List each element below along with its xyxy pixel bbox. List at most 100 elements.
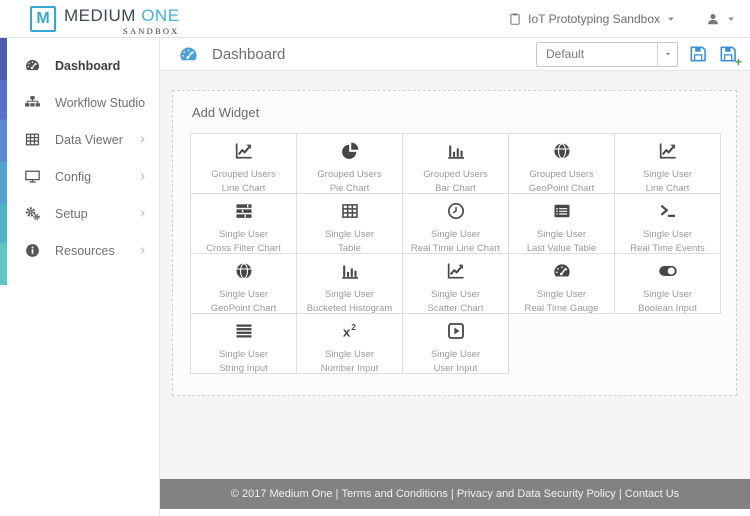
brand-logo-mark: M — [30, 5, 56, 32]
chevron-right-icon — [138, 135, 147, 144]
sidebar: Dashboard Workflow Studio Data Viewer Confi… — [0, 38, 160, 516]
widget-label-line1: Single User — [324, 289, 375, 300]
bar-chart-icon — [340, 261, 360, 281]
widget-single-user-scatter-chart[interactable]: Single User Scatter Chart — [402, 253, 509, 314]
widget-label-line2: Number Input — [320, 363, 379, 375]
chevron-right-icon — [138, 172, 147, 181]
caret-down-icon — [726, 14, 736, 24]
sidebar-nav-list: Dashboard Workflow Studio Data Viewer Confi… — [0, 38, 159, 269]
widget-single-user-real-time-events-stream[interactable]: Single UserReal Time Events Stream — [614, 193, 721, 269]
sidebar-item-resources[interactable]: Resources — [0, 232, 159, 269]
app-window: M MEDIUM ONE SANDBOX IoT Prototyping San… — [0, 0, 750, 516]
widget-single-user-user-input[interactable]: Single User User Input — [402, 313, 509, 374]
widget-label-line1: Single User — [430, 289, 481, 300]
main-header: Dashboard Default + — [160, 38, 750, 71]
widget-label-line2: User Input — [433, 363, 478, 375]
workspace-menu-label: IoT Prototyping Sandbox — [528, 11, 660, 26]
brand-wordmark: MEDIUM ONE SANDBOX — [64, 6, 180, 36]
brand-subtitle: SANDBOX — [123, 25, 180, 36]
widget-single-user-string-input[interactable]: Single User String Input — [190, 313, 297, 374]
footer-copyright: © 2017 Medium One — [230, 488, 333, 500]
widget-single-user-real-time-gauge[interactable]: Single User Real Time Gauge — [508, 253, 615, 314]
align-justify-icon — [234, 321, 254, 341]
bar-chart-icon — [446, 141, 466, 161]
line-chart-icon — [446, 261, 466, 281]
gauge-icon — [178, 44, 199, 65]
widget-single-user-geopoint-chart[interactable]: Single User GeoPoint Chart — [190, 253, 297, 314]
globe-icon — [552, 141, 572, 161]
gears-icon — [24, 205, 41, 222]
widget-grouped-users-line-chart[interactable]: Grouped Users Line Chart — [190, 133, 297, 194]
widget-label-line1: Single User — [430, 349, 481, 360]
caret-down-icon — [666, 14, 676, 24]
widget-single-user-line-chart[interactable]: Single User Line Chart — [614, 133, 721, 194]
widget-label-line1: Single User — [324, 349, 375, 360]
brand-logo: M MEDIUM ONE SANDBOX — [30, 5, 180, 36]
widget-grouped-users-bar-chart[interactable]: Grouped Users Bar Chart — [402, 133, 509, 194]
sidebar-item-workflow-studio[interactable]: Workflow Studio — [0, 84, 159, 121]
footer-separator: | — [332, 488, 342, 500]
widget-grouped-users-geopoint-chart[interactable]: Grouped Users GeoPoint Chart — [508, 133, 615, 194]
top-bar-right: IoT Prototyping Sandbox — [508, 12, 736, 26]
widget-label-line2: Real Time Gauge — [524, 303, 599, 315]
widget-label-line1: Grouped Users — [423, 169, 488, 180]
sidebar-item-label: Workflow Studio — [55, 95, 146, 110]
clipboard-icon — [508, 12, 522, 26]
widget-label-line1: Single User — [218, 289, 269, 300]
sidebar-accent-strip — [0, 38, 7, 285]
widget-single-user-cross-filter-chart[interactable]: Single User Cross Filter Chart — [190, 193, 297, 254]
widget-single-user-table[interactable]: Single User Table — [296, 193, 403, 254]
tasks-icon — [234, 201, 254, 221]
widget-label-line2: String Input — [219, 363, 268, 375]
widget-grouped-users-pie-chart[interactable]: Grouped Users Pie Chart — [296, 133, 403, 194]
save-as-new-dashboard-button[interactable]: + — [718, 44, 742, 68]
widget-label-line1: Grouped Users — [211, 169, 276, 180]
dashboard-select[interactable]: Default — [536, 41, 678, 67]
terminal-icon — [658, 201, 678, 221]
sidebar-item-label: Config — [55, 169, 92, 184]
panel-title: Add Widget — [192, 105, 260, 120]
superscript-icon — [340, 321, 360, 341]
sidebar-item-data-viewer[interactable]: Data Viewer — [0, 121, 159, 158]
footer-link-privacy-and-data-security-policy[interactable]: Privacy and Data Security Policy — [457, 488, 616, 500]
caret-down-icon — [664, 50, 672, 58]
sidebar-item-dashboard[interactable]: Dashboard — [0, 47, 159, 84]
user-menu[interactable] — [706, 12, 736, 26]
workspace-menu[interactable]: IoT Prototyping Sandbox — [508, 12, 676, 26]
widget-label-line1: Single User — [642, 229, 693, 240]
dashboard-select-value: Default — [546, 47, 585, 61]
widget-label-line1: Single User — [536, 289, 587, 300]
widget-single-user-last-value-table[interactable]: Single User Last Value Table — [508, 193, 615, 254]
main-area: Dashboard Default + Add Widget Grouped U… — [160, 38, 750, 516]
line-chart-icon — [234, 141, 254, 161]
brand-name-primary: MEDIUM — [64, 5, 136, 25]
line-chart-icon — [658, 141, 678, 161]
dashboard-select-caret[interactable] — [657, 42, 677, 66]
sidebar-item-setup[interactable]: Setup — [0, 195, 159, 232]
sidebar-item-label: Data Viewer — [55, 132, 123, 147]
save-icon — [688, 44, 708, 64]
footer-separator: | — [447, 488, 457, 500]
list-alt-icon — [552, 201, 572, 221]
widget-single-user-boolean-input[interactable]: Single User Boolean Input — [614, 253, 721, 314]
widget-single-user-bucketed-histogram[interactable]: Single User Bucketed Histogram — [296, 253, 403, 314]
save-dashboard-button[interactable] — [688, 44, 708, 64]
footer-link-contact-us[interactable]: Contact Us — [625, 488, 679, 500]
chevron-right-icon — [138, 209, 147, 218]
brand-logo-letter: M — [36, 9, 50, 27]
widget-label-line1: Single User — [218, 349, 269, 360]
widget-label-line1: Single User — [642, 169, 693, 180]
widget-label-line1: Single User — [536, 229, 587, 240]
sidebar-item-config[interactable]: Config — [0, 158, 159, 195]
table-icon — [24, 131, 41, 148]
page-title: Dashboard — [212, 45, 286, 63]
widget-grid: Grouped Users Line Chart Grouped Users Pie … — [190, 133, 722, 374]
sitemap-icon — [24, 94, 41, 111]
sidebar-item-label: Resources — [55, 243, 115, 258]
widget-label-line1: Single User — [642, 289, 693, 300]
brand-name-secondary: ONE — [141, 5, 180, 25]
widget-single-user-number-input[interactable]: Single User Number Input — [296, 313, 403, 374]
widget-label-line1: Grouped Users — [317, 169, 382, 180]
widget-single-user-real-time-line-chart[interactable]: Single User Real Time Line Chart — [402, 193, 509, 254]
footer-link-terms-and-conditions[interactable]: Terms and Conditions — [341, 488, 447, 500]
